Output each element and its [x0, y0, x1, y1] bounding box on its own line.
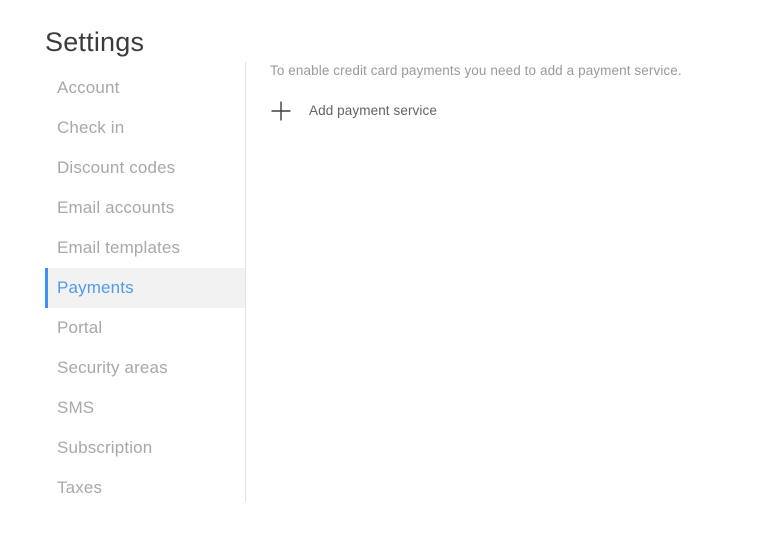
sidebar-item-check-in[interactable]: Check in: [0, 108, 246, 148]
sidebar-item-label: Payments: [57, 278, 134, 297]
page-title: Settings: [45, 27, 145, 57]
plus-icon: [270, 100, 292, 122]
sidebar-item-label: Subscription: [57, 438, 153, 457]
sidebar-item-account[interactable]: Account: [0, 68, 246, 108]
sidebar-item-label: Account: [57, 78, 120, 97]
sidebar-item-subscription[interactable]: Subscription: [0, 428, 246, 468]
add-payment-service-button[interactable]: Add payment service: [270, 96, 437, 126]
sidebar-item-email-accounts[interactable]: Email accounts: [0, 188, 246, 228]
payments-content-panel: To enable credit card payments you need …: [246, 0, 783, 560]
sidebar-item-discount-codes[interactable]: Discount codes: [0, 148, 246, 188]
sidebar-item-payments[interactable]: Payments: [0, 268, 246, 308]
sidebar-item-taxes[interactable]: Taxes: [0, 468, 246, 508]
sidebar-item-sms[interactable]: SMS: [0, 388, 246, 428]
settings-sidebar: Settings Account Check in Discount codes Em…: [0, 0, 246, 560]
settings-page: Settings Account Check in Discount codes Em…: [0, 0, 783, 560]
sidebar-item-label: Taxes: [57, 478, 103, 497]
sidebar-item-label: Portal: [57, 318, 103, 337]
sidebar-item-label: SMS: [57, 398, 95, 417]
sidebar-item-security-areas[interactable]: Security areas: [0, 348, 246, 388]
sidebar-item-accent-bar: [45, 268, 48, 308]
sidebar-item-label: Security areas: [57, 358, 168, 377]
payments-description: To enable credit card payments you need …: [270, 63, 682, 78]
settings-nav-list: Account Check in Discount codes Email accou…: [0, 68, 246, 508]
sidebar-item-email-templates[interactable]: Email templates: [0, 228, 246, 268]
sidebar-item-label: Email templates: [57, 238, 181, 257]
sidebar-item-label: Discount codes: [57, 158, 176, 177]
sidebar-item-label: Check in: [57, 118, 125, 137]
sidebar-item-label: Email accounts: [57, 198, 175, 217]
add-payment-service-label: Add payment service: [309, 103, 437, 118]
sidebar-item-portal[interactable]: Portal: [0, 308, 246, 348]
